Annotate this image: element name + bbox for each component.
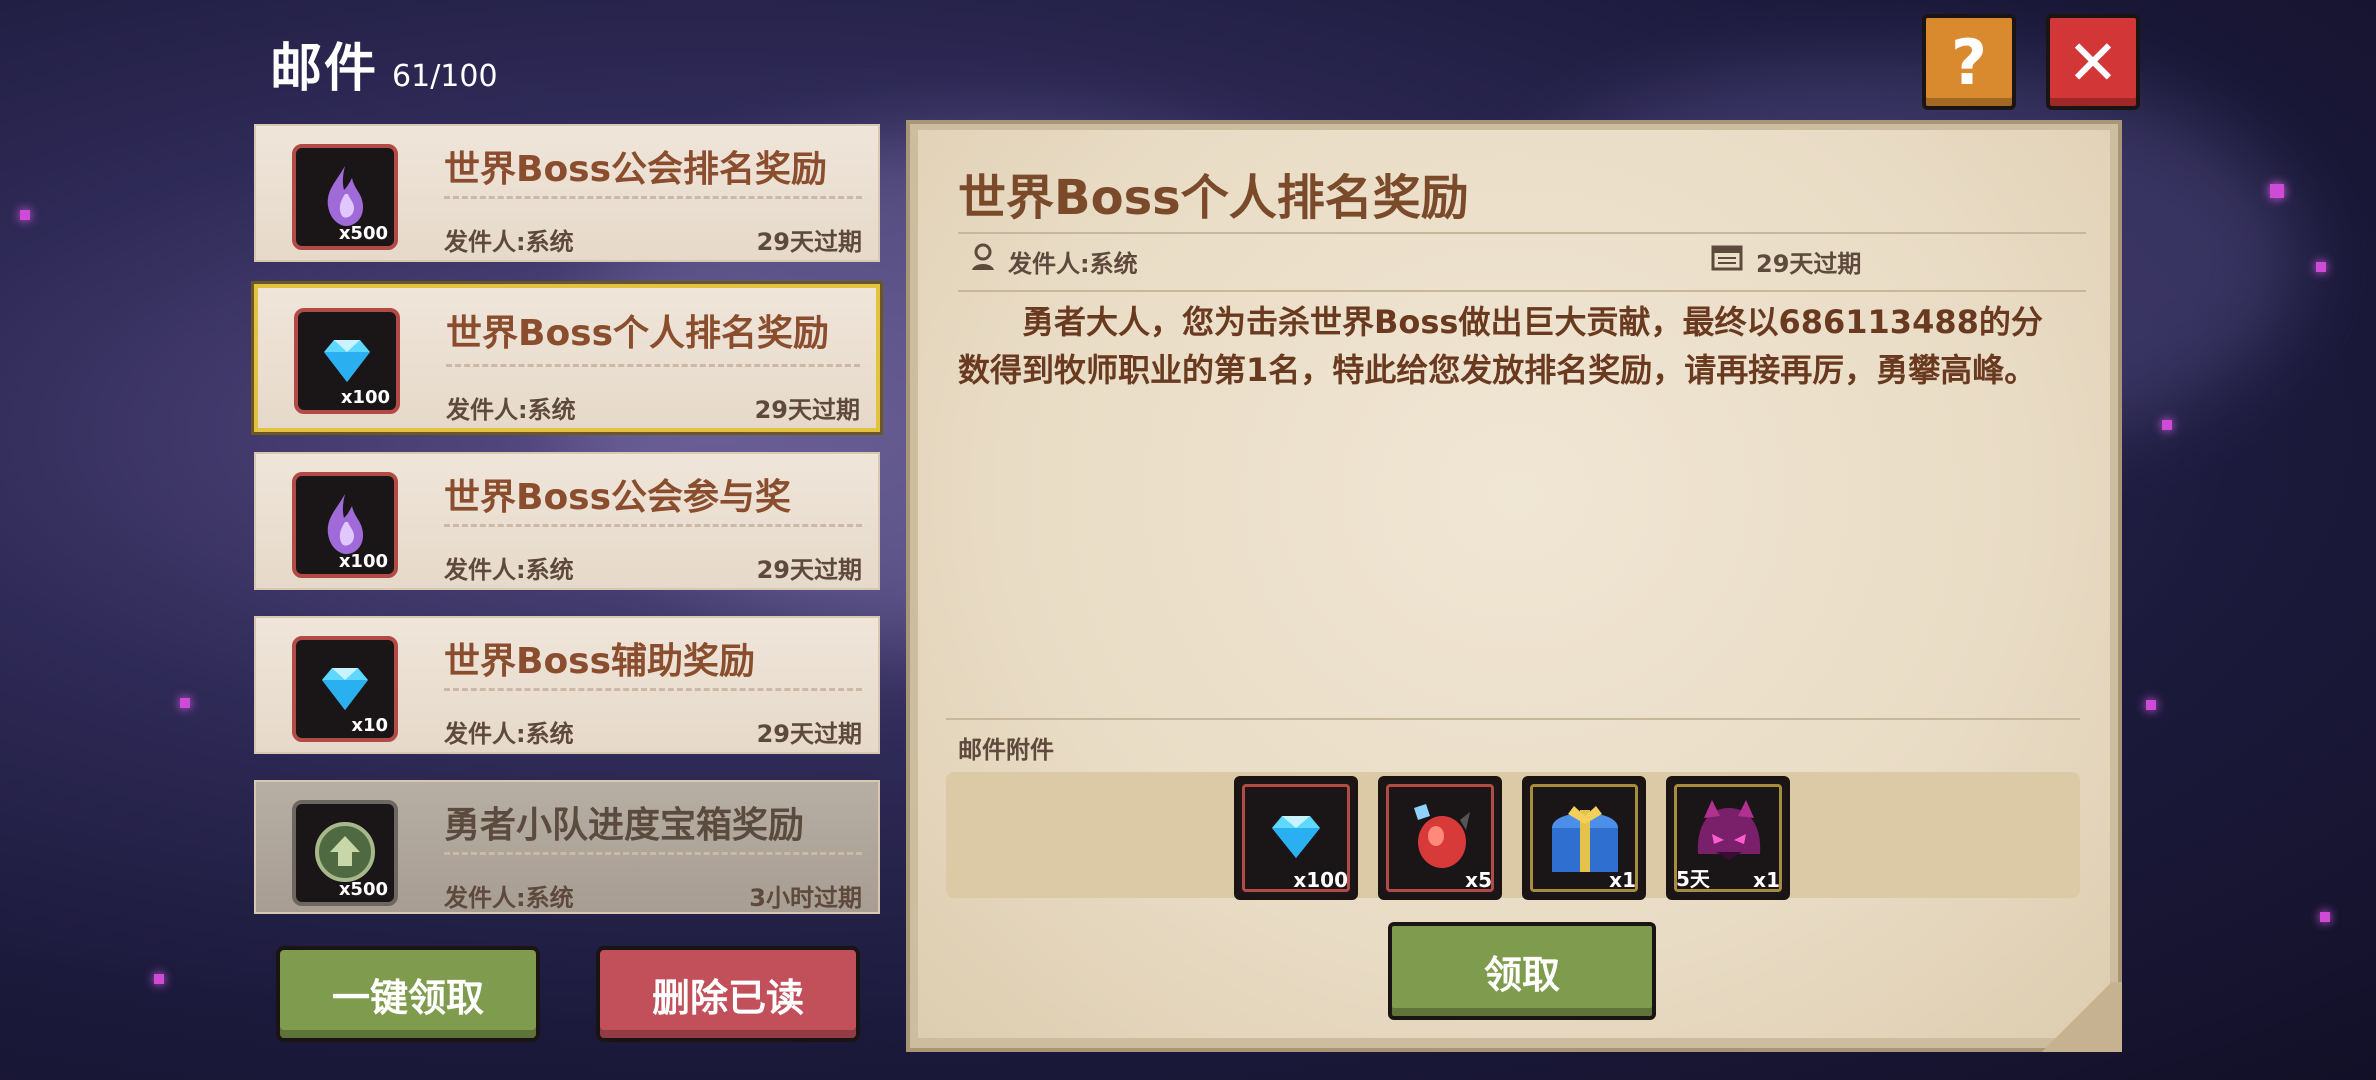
- mail-sender: 发件人:系统: [446, 396, 576, 424]
- mail-body: 勇者大人，您为击杀世界Boss做出巨大贡献，最终以686113488的分数得到牧…: [958, 303, 2043, 389]
- item-quantity: x500: [338, 223, 388, 244]
- mail-sender: 发件人:系统: [444, 720, 574, 748]
- mail-thumbnail: x500: [292, 800, 398, 906]
- attachment-quantity: x1: [1609, 868, 1636, 892]
- page-curl-decoration: [2032, 982, 2122, 1052]
- claim-all-label: 一键领取: [331, 975, 484, 1020]
- mail-sender: 发件人:系统: [444, 884, 574, 912]
- mail-title: 勇者小队进度宝箱奖励: [444, 805, 805, 846]
- divider: [446, 364, 860, 367]
- mail-sender: 发件人:系统: [444, 228, 574, 256]
- red-crystal-icon: [1414, 804, 1470, 868]
- mail-expiry: 29天过期: [756, 228, 862, 256]
- mail-expiry: 29天过期: [754, 396, 860, 424]
- attachment-slot[interactable]: x100: [1234, 776, 1358, 900]
- mail-expiry: 3小时过期: [749, 884, 862, 912]
- mail-sender: 发件人:系统: [444, 556, 574, 584]
- detail-expiry: 29天过期: [1756, 250, 1862, 278]
- attachments-label: 邮件附件: [958, 736, 1054, 764]
- close-icon: ✕: [2067, 25, 2119, 99]
- help-button[interactable]: ?: [1922, 14, 2016, 110]
- question-icon: ?: [1951, 25, 1987, 99]
- attachment-quantity: x100: [1293, 868, 1348, 892]
- delete-read-button[interactable]: 删除已读: [596, 946, 860, 1042]
- purple-pet-icon: [1697, 800, 1761, 860]
- mail-expiry: 29天过期: [756, 720, 862, 748]
- mail-title: 世界Boss公会排名奖励: [444, 149, 828, 190]
- item-quantity: x10: [351, 715, 388, 736]
- item-quantity: x100: [338, 551, 388, 572]
- attachment-slot[interactable]: x5: [1378, 776, 1502, 900]
- blue-chest-icon: [1552, 806, 1618, 872]
- mailbox-header: 邮件 61/100: [270, 26, 498, 101]
- paper-background: 世界Boss个人排名奖励 发件人:系统 29天过期 勇者大人，您为击杀世界Bos…: [918, 130, 2110, 1038]
- attachment-duration: 5天: [1676, 867, 1710, 891]
- mail-item[interactable]: x500 世界Boss公会排名奖励 发件人:系统 29天过期: [254, 124, 880, 262]
- mail-thumbnail: x100: [294, 308, 400, 414]
- divider: [958, 290, 2086, 292]
- mail-item[interactable]: x10 世界Boss辅助奖励 发件人:系统 29天过期: [254, 616, 880, 754]
- mail-detail-panel: 世界Boss个人排名奖励 发件人:系统 29天过期 勇者大人，您为击杀世界Bos…: [906, 120, 2122, 1052]
- attachment-quantity: x5: [1465, 868, 1492, 892]
- star-decoration: [2320, 912, 2330, 922]
- item-quantity: x100: [340, 387, 390, 408]
- divider: [444, 524, 862, 527]
- item-quantity: x500: [338, 879, 388, 900]
- star-decoration: [20, 210, 30, 220]
- star-decoration: [180, 698, 190, 708]
- detail-title: 世界Boss个人排名奖励: [958, 170, 1469, 226]
- detail-sender: 发件人:系统: [1008, 250, 1138, 278]
- attachments-bar: [946, 772, 2080, 898]
- mail-expiry: 29天过期: [756, 556, 862, 584]
- claim-button[interactable]: 领取: [1388, 922, 1656, 1020]
- claim-label: 领取: [1483, 952, 1560, 997]
- divider: [444, 688, 862, 691]
- mail-thumbnail: x10: [292, 636, 398, 742]
- attachment-slot[interactable]: 5天 x1: [1666, 776, 1790, 900]
- attachment-slot[interactable]: x1: [1522, 776, 1646, 900]
- star-decoration: [2316, 262, 2326, 272]
- star-decoration: [2146, 700, 2156, 710]
- mail-title: 世界Boss辅助奖励: [444, 641, 756, 682]
- divider: [946, 718, 2080, 720]
- divider: [958, 232, 2086, 234]
- mail-thumbnail: x100: [292, 472, 398, 578]
- mail-item-read[interactable]: x500 勇者小队进度宝箱奖励 发件人:系统 3小时过期: [254, 780, 880, 914]
- mail-title: 世界Boss公会参与奖: [444, 477, 792, 518]
- mail-count: 61/100: [392, 59, 498, 94]
- attachment-quantity: x1: [1753, 868, 1780, 892]
- sender-icon: [972, 243, 994, 270]
- mail-item[interactable]: x100 世界Boss公会参与奖 发件人:系统 29天过期: [254, 452, 880, 590]
- mail-thumbnail: x500: [292, 144, 398, 250]
- divider: [444, 196, 862, 199]
- divider: [444, 852, 862, 855]
- star-decoration: [154, 974, 164, 984]
- mail-item-selected[interactable]: x100 世界Boss个人排名奖励 发件人:系统 29天过期: [254, 284, 880, 432]
- star-decoration: [2270, 184, 2284, 198]
- blue-diamond-icon: [1272, 816, 1320, 858]
- delete-read-label: 删除已读: [651, 975, 804, 1020]
- mail-title: 世界Boss个人排名奖励: [446, 313, 830, 354]
- star-decoration: [2162, 420, 2172, 430]
- claim-all-button[interactable]: 一键领取: [276, 946, 540, 1042]
- page-title: 邮件: [270, 39, 379, 99]
- close-button[interactable]: ✕: [2046, 14, 2140, 110]
- calendar-icon: [1711, 245, 1743, 271]
